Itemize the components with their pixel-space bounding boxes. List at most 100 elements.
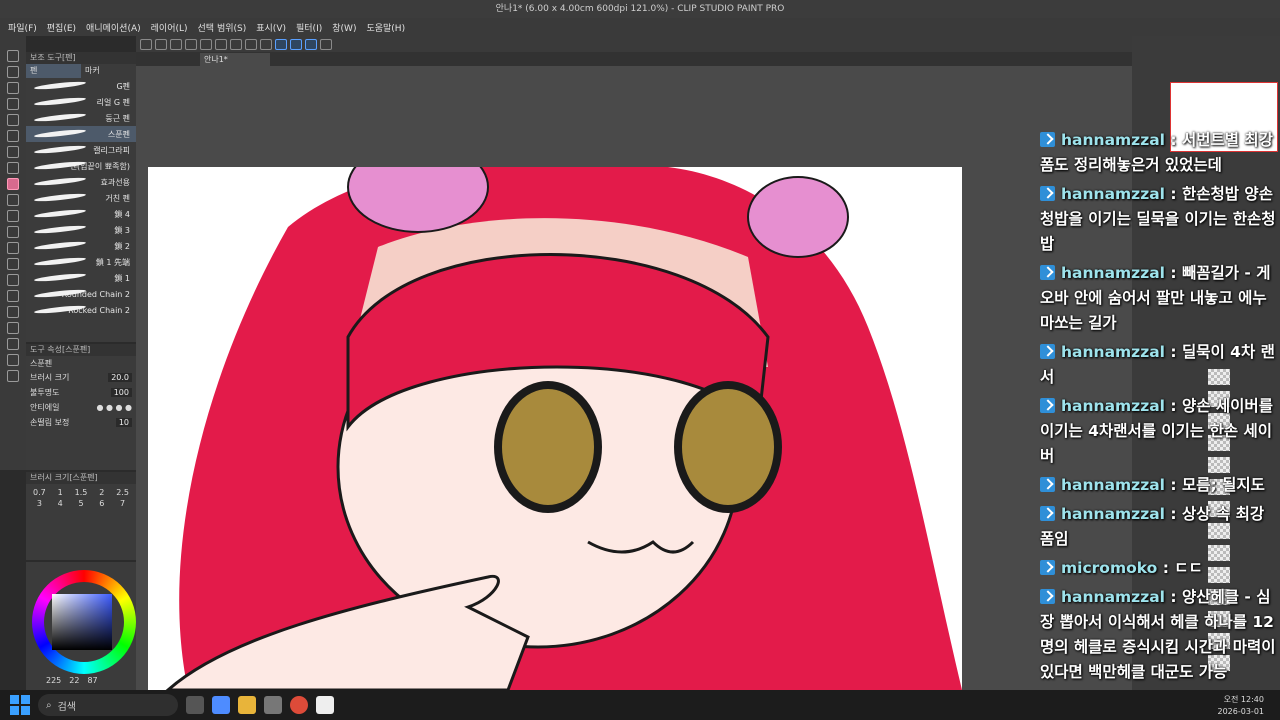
menu-view[interactable]: 표시(V) xyxy=(256,21,286,34)
chrome-icon[interactable] xyxy=(290,696,308,714)
brush-tool-icon[interactable] xyxy=(7,210,19,222)
fill-icon[interactable] xyxy=(260,38,272,50)
antialias-options[interactable]: ● ● ● ● xyxy=(96,403,132,412)
brush-size-preset[interactable]: 2.5 xyxy=(113,488,132,497)
hue-ring[interactable] xyxy=(32,570,136,674)
menu-edit[interactable]: 편집(E) xyxy=(47,21,76,34)
brush-item[interactable]: 둥근 펜 xyxy=(26,110,136,126)
chat-message: hannamzzal : 한손청밥 양손청밥을 이기는 딜묵을 이기는 한손청밥 xyxy=(1040,185,1276,253)
settings-icon[interactable] xyxy=(320,38,332,50)
brush-size-preset[interactable]: 1 xyxy=(51,488,70,497)
brush-item[interactable]: 鎖 3 xyxy=(26,222,136,238)
chat-message: hannamzzal : 양산헤클 - 심장 뽑아서 이식해서 헤클 하나를 1… xyxy=(1040,588,1276,681)
transform-icon[interactable] xyxy=(245,38,257,50)
snap-ruler-icon[interactable] xyxy=(275,38,287,50)
brush-size-preset[interactable]: 4 xyxy=(51,499,70,508)
drawing-canvas[interactable] xyxy=(148,167,962,690)
brush-item[interactable]: G펜 xyxy=(26,78,136,94)
gradient-tool-icon[interactable] xyxy=(7,274,19,286)
brush-size-value[interactable]: 20.0 xyxy=(108,373,132,382)
brush-size-preset[interactable]: 3 xyxy=(30,499,49,508)
pencil-tool-icon[interactable] xyxy=(7,194,19,206)
search-placeholder: 검색 xyxy=(57,701,77,713)
subtool-panel: 보조 도구[펜] 펜 마커 G펜 리얼 G 펜 둥근 펜 스푼펜 캘리그라피 펜… xyxy=(26,52,136,342)
airbrush-tool-icon[interactable] xyxy=(7,226,19,238)
clip-studio-icon[interactable] xyxy=(316,696,334,714)
ruler-tool-icon[interactable] xyxy=(7,322,19,334)
subtool-tab-pen[interactable]: 펜 xyxy=(26,64,81,78)
opacity-value[interactable]: 100 xyxy=(110,388,132,397)
lasso-tool-icon[interactable] xyxy=(7,146,19,158)
obs-icon[interactable] xyxy=(264,696,282,714)
brush-size-preset[interactable]: 2 xyxy=(92,488,111,497)
balloon-tool-icon[interactable] xyxy=(7,354,19,366)
task-view-icon[interactable] xyxy=(186,696,204,714)
brush-item[interactable]: 鎖 1 xyxy=(26,270,136,286)
brush-item[interactable]: 캘리그라피 xyxy=(26,142,136,158)
color-wheel-panel: 225 22 87 xyxy=(26,562,136,690)
chat-message: hannamzzal : 상상 속 최강 폼임 xyxy=(1040,505,1265,548)
redo-icon[interactable] xyxy=(200,38,212,50)
file-explorer-icon[interactable] xyxy=(238,696,256,714)
brush-item[interactable]: 거친 펜 xyxy=(26,190,136,206)
select-tool-icon[interactable] xyxy=(7,114,19,126)
command-bar xyxy=(136,36,1136,52)
zoom-tool-icon[interactable] xyxy=(7,50,19,62)
saturation-value-square[interactable] xyxy=(52,594,112,650)
undo-icon[interactable] xyxy=(185,38,197,50)
selection-icon[interactable] xyxy=(215,38,227,50)
frame-tool-icon[interactable] xyxy=(7,306,19,318)
document-tab[interactable]: 안나1* xyxy=(200,53,270,66)
wand-tool-icon[interactable] xyxy=(7,130,19,142)
text-tool-icon[interactable] xyxy=(7,338,19,350)
canvas-area[interactable] xyxy=(136,66,1132,690)
brush-size-preset[interactable]: 7 xyxy=(113,499,132,508)
windows-start-icon[interactable] xyxy=(10,695,30,715)
tool-property-brush-name: 스푼펜 xyxy=(30,358,53,368)
brush-item[interactable]: 鎖 1 先端 xyxy=(26,254,136,270)
crop-icon[interactable] xyxy=(230,38,242,50)
chat-username: hannamzzal xyxy=(1061,397,1165,415)
brush-size-preset[interactable]: 0.7 xyxy=(30,488,49,497)
brush-item[interactable]: 효과선용 xyxy=(26,174,136,190)
rotate-tool-icon[interactable] xyxy=(7,82,19,94)
eyedropper-tool-icon[interactable] xyxy=(7,162,19,174)
menu-layer[interactable]: 레이어(L) xyxy=(151,21,188,34)
brush-item[interactable]: Rounded Chain 2 xyxy=(26,286,136,302)
eraser-tool-icon[interactable] xyxy=(7,242,19,254)
correct-line-tool-icon[interactable] xyxy=(7,370,19,382)
subtool-tab-marker[interactable]: 마커 xyxy=(81,64,136,78)
brush-item[interactable]: Rocked Chain 2 xyxy=(26,302,136,318)
menu-filter[interactable]: 필터(I) xyxy=(296,21,322,34)
figure-tool-icon[interactable] xyxy=(7,290,19,302)
brush-item[interactable]: 鎖 2 xyxy=(26,238,136,254)
taskbar-search[interactable]: ⌕ 검색 xyxy=(38,694,178,716)
brush-size-preset[interactable]: 6 xyxy=(92,499,111,508)
brush-item[interactable]: 펜(입끝이 뾰족함) xyxy=(26,158,136,174)
move-tool-icon[interactable] xyxy=(7,98,19,110)
clock[interactable]: 오전 12:40 2026-03-01 xyxy=(1218,694,1265,718)
menu-window[interactable]: 창(W) xyxy=(332,21,356,34)
menu-animation[interactable]: 애니메이션(A) xyxy=(86,21,141,34)
menu-file[interactable]: 파일(F) xyxy=(8,21,37,34)
snap-special-ruler-icon[interactable] xyxy=(290,38,302,50)
brush-item-selected[interactable]: 스푼펜 xyxy=(26,126,136,142)
save-icon[interactable] xyxy=(170,38,182,50)
brush-item[interactable]: 리얼 G 펜 xyxy=(26,94,136,110)
hand-tool-icon[interactable] xyxy=(7,66,19,78)
menu-help[interactable]: 도움말(H) xyxy=(366,21,405,34)
open-icon[interactable] xyxy=(155,38,167,50)
snap-grid-icon[interactable] xyxy=(305,38,317,50)
pen-tool-icon[interactable] xyxy=(7,178,19,190)
fill-tool-icon[interactable] xyxy=(7,258,19,270)
copilot-icon[interactable] xyxy=(212,696,230,714)
brush-size-preset[interactable]: 5 xyxy=(72,499,91,508)
stabilization-value[interactable]: 10 xyxy=(115,418,132,427)
menu-selection[interactable]: 선택 범위(S) xyxy=(198,21,247,34)
chat-badge-icon xyxy=(1040,589,1055,604)
brush-size-preset[interactable]: 1.5 xyxy=(72,488,91,497)
stabilization-label: 손떨림 보정 xyxy=(30,418,70,427)
new-icon[interactable] xyxy=(140,38,152,50)
chat-badge-icon xyxy=(1040,398,1055,413)
brush-item[interactable]: 鎖 4 xyxy=(26,206,136,222)
